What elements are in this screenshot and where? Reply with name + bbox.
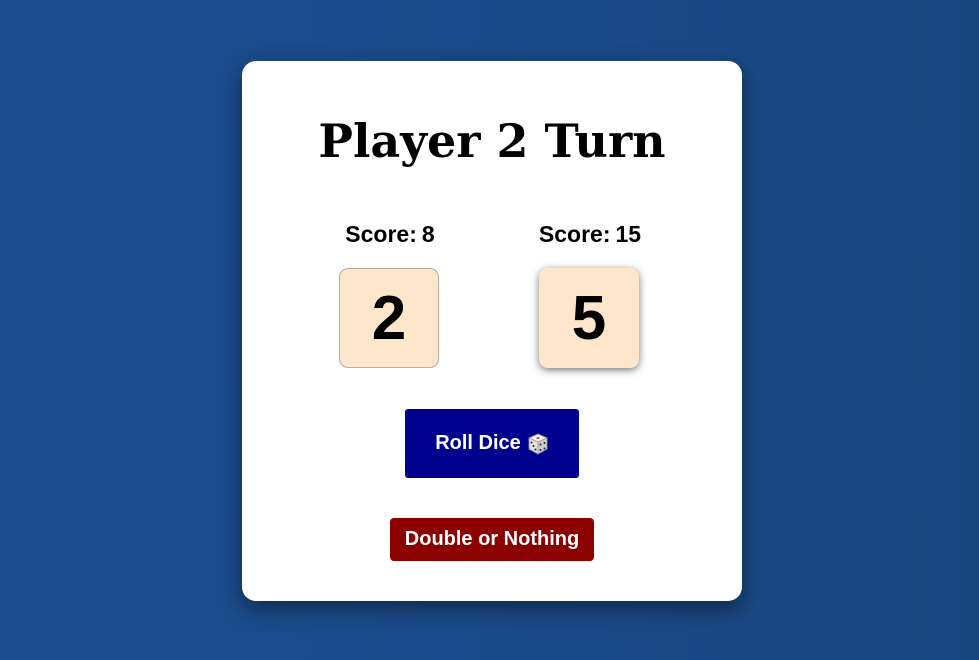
player-2-panel: Score: 15 5 [520, 219, 660, 368]
player-2-score-label: Score: [538, 221, 611, 247]
player-1-score-value: 8 [421, 221, 435, 247]
double-or-nothing-button[interactable]: Double or Nothing [390, 518, 594, 561]
player-1-panel: Score: 8 2 [320, 219, 460, 368]
player-1-die: 2 [339, 268, 439, 368]
roll-dice-label: Roll Dice [435, 432, 521, 454]
player-2-score: Score: 15 [520, 219, 660, 249]
roll-dice-button[interactable]: Roll Dice [405, 409, 579, 478]
player-1-score-label: Score: [345, 221, 417, 247]
player-2-score-value: 15 [615, 221, 642, 247]
player-2-die: 5 [539, 268, 639, 368]
game-card: Player 2 Turn Score: 8 2 Score: 15 5 Roll … [242, 61, 742, 601]
player-1-score: Score: 8 [320, 219, 460, 249]
turn-title: Player 2 Turn [318, 114, 666, 168]
dice-icon [527, 433, 549, 455]
